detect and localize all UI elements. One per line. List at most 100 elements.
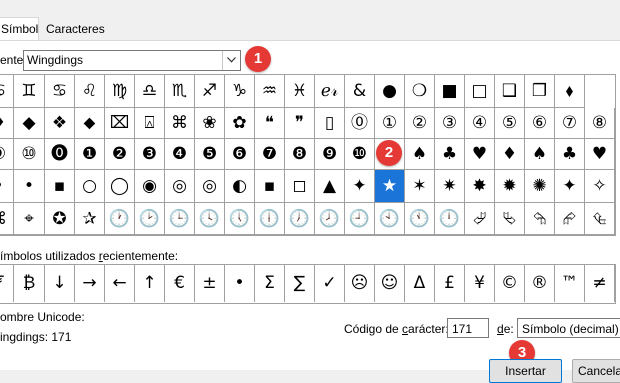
recent-symbol-cell[interactable]: ©	[495, 265, 525, 302]
symbol-cell[interactable]: ❹	[165, 139, 195, 170]
symbol-cell[interactable]: ♠	[525, 139, 555, 170]
symbol-cell[interactable]: ⬥	[75, 108, 105, 139]
symbol-cell[interactable]: 🕐	[105, 203, 135, 235]
symbol-cell[interactable]: ⮲	[525, 203, 555, 235]
recent-symbol-cell[interactable]: ™	[555, 265, 585, 302]
symbol-cell[interactable]: ◆	[14, 108, 45, 139]
recent-symbol-cell[interactable]: Δ	[405, 265, 435, 302]
recent-symbol-cell[interactable]: ←	[105, 265, 135, 302]
symbol-cell[interactable]: ♋	[0, 75, 14, 108]
symbol-cell[interactable]: ⑤	[495, 108, 525, 139]
recent-symbol-cell[interactable]: ↑	[135, 265, 165, 302]
symbol-cell[interactable]: ◯	[105, 170, 135, 203]
symbol-cell[interactable]: ❀	[195, 108, 225, 139]
symbol-cell[interactable]: ⌘	[165, 108, 195, 139]
symbol-cell[interactable]: ▲	[315, 170, 345, 203]
symbol-cell[interactable]: ⌧	[105, 108, 135, 139]
symbol-cell[interactable]: ▪	[45, 170, 75, 203]
symbol-cell[interactable]: ♣	[435, 139, 465, 170]
symbol-cell[interactable]: ①	[375, 108, 405, 139]
symbol-cell[interactable]: ②	[405, 108, 435, 139]
tab-symbols[interactable]: Símbolos	[0, 17, 39, 41]
recent-symbol-cell[interactable]: ∑	[285, 265, 315, 302]
symbol-cell[interactable]: ❶	[75, 139, 105, 170]
symbol-cell[interactable]: ❞	[285, 108, 315, 139]
recent-symbol-cell[interactable]: ≠	[585, 265, 615, 302]
symbol-cell[interactable]: 🕚	[405, 203, 435, 235]
symbol-cell[interactable]: •	[0, 170, 14, 203]
symbol-cell[interactable]: ✰	[75, 203, 105, 235]
symbol-cell[interactable]: ✦	[345, 170, 375, 203]
symbol-cell[interactable]: ♑	[225, 75, 255, 108]
symbol-cell[interactable]: ◎	[165, 170, 195, 203]
symbol-cell[interactable]: ♊	[14, 75, 45, 108]
recent-symbol-cell[interactable]: ¥	[465, 265, 495, 302]
symbol-cell[interactable]: ⓪	[345, 108, 375, 139]
symbol-cell[interactable]: 🕒	[165, 203, 195, 235]
symbol-cell[interactable]: ◉	[135, 170, 165, 203]
symbol-cell[interactable]: ❍	[405, 75, 435, 108]
symbol-cell[interactable]: 🕘	[345, 203, 375, 235]
symbol-cell[interactable]: ♥	[585, 139, 615, 170]
symbol-cell[interactable]: ○	[75, 170, 105, 203]
symbol-cell[interactable]: ♓	[285, 75, 315, 108]
symbol-cell[interactable]: ③	[435, 108, 465, 139]
symbol-cell[interactable]: ❸	[135, 139, 165, 170]
symbol-cell[interactable]: ❝	[255, 108, 285, 139]
symbol-cell[interactable]: ✸	[465, 170, 495, 203]
symbol-cell[interactable]: ♥	[465, 139, 495, 170]
symbol-cell[interactable]: ♐	[195, 75, 225, 108]
symbol-cell[interactable]: &	[345, 75, 375, 108]
symbol-cell[interactable]: ⮳	[555, 203, 585, 235]
symbol-cell[interactable]: ♎	[135, 75, 165, 108]
recent-symbol-cell[interactable]: ₮	[0, 265, 14, 302]
symbol-cell[interactable]: ❒	[525, 75, 555, 108]
symbol-cell[interactable]: 🕕	[255, 203, 285, 235]
symbol-cell[interactable]: ⑩	[14, 139, 45, 170]
symbol-cell[interactable]: ❑	[495, 75, 525, 108]
symbol-cell[interactable]: ℯ𝓇	[315, 75, 345, 108]
symbol-cell[interactable]: ♏	[165, 75, 195, 108]
symbol-cell[interactable]: ✧	[585, 170, 615, 203]
recent-symbol-cell[interactable]: →	[75, 265, 105, 302]
recent-symbol-cell[interactable]: ☹	[345, 265, 375, 302]
character-code-input[interactable]: 171	[447, 318, 489, 338]
symbol-cell[interactable]: ◐	[225, 170, 255, 203]
symbol-cell[interactable]: ❾	[315, 139, 345, 170]
symbol-cell[interactable]: ★	[375, 170, 405, 203]
symbol-cell[interactable]: ♠	[405, 139, 435, 170]
symbol-cell[interactable]: 🕔	[225, 203, 255, 235]
symbol-cell[interactable]: ❽	[285, 139, 315, 170]
symbol-cell[interactable]: ♣	[555, 139, 585, 170]
recent-symbol-cell[interactable]: ✓	[315, 265, 345, 302]
symbol-cell[interactable]: 🕑	[135, 203, 165, 235]
symbol-cell[interactable]: ♋	[45, 75, 75, 108]
cancel-button[interactable]: Cancelar	[572, 359, 620, 383]
tab-special-characters[interactable]: Caracteres especiales	[46, 18, 161, 58]
symbol-cell[interactable]: ④	[465, 108, 495, 139]
symbol-cell[interactable]: ♒	[255, 75, 285, 108]
symbol-cell[interactable]: ❻	[225, 139, 255, 170]
symbol-cell[interactable]: ✦	[555, 170, 585, 203]
symbol-cell[interactable]: ❖	[45, 108, 75, 139]
symbol-cell[interactable]: ♍	[105, 75, 135, 108]
symbol-cell[interactable]: ✷	[435, 170, 465, 203]
symbol-cell[interactable]: ✺	[525, 170, 555, 203]
symbol-cell[interactable]: ✿	[225, 108, 255, 139]
symbol-cell[interactable]: 🕛	[435, 203, 465, 235]
recent-symbol-cell[interactable]: ®	[525, 265, 555, 302]
symbol-cell[interactable]: 🕗	[315, 203, 345, 235]
recent-symbol-cell[interactable]: ₿	[14, 265, 45, 302]
symbol-cell[interactable]: ■	[435, 75, 465, 108]
symbol-cell[interactable]: ▪	[255, 170, 285, 203]
symbol-cell[interactable]: ⮰	[465, 203, 495, 235]
symbol-cell[interactable]: 🕖	[285, 203, 315, 235]
from-dropdown[interactable]: Símbolo (decimal)	[517, 318, 620, 338]
symbol-cell[interactable]: ♌	[75, 75, 105, 108]
symbol-cell[interactable]: ❺	[195, 139, 225, 170]
symbol-cell[interactable]: ⬧	[555, 75, 585, 108]
symbol-cell[interactable]: ❿	[345, 139, 375, 170]
symbol-cell[interactable]: ◎	[195, 170, 225, 203]
symbol-cell[interactable]: 🕓	[195, 203, 225, 235]
insert-button[interactable]: Insertar	[489, 359, 562, 383]
